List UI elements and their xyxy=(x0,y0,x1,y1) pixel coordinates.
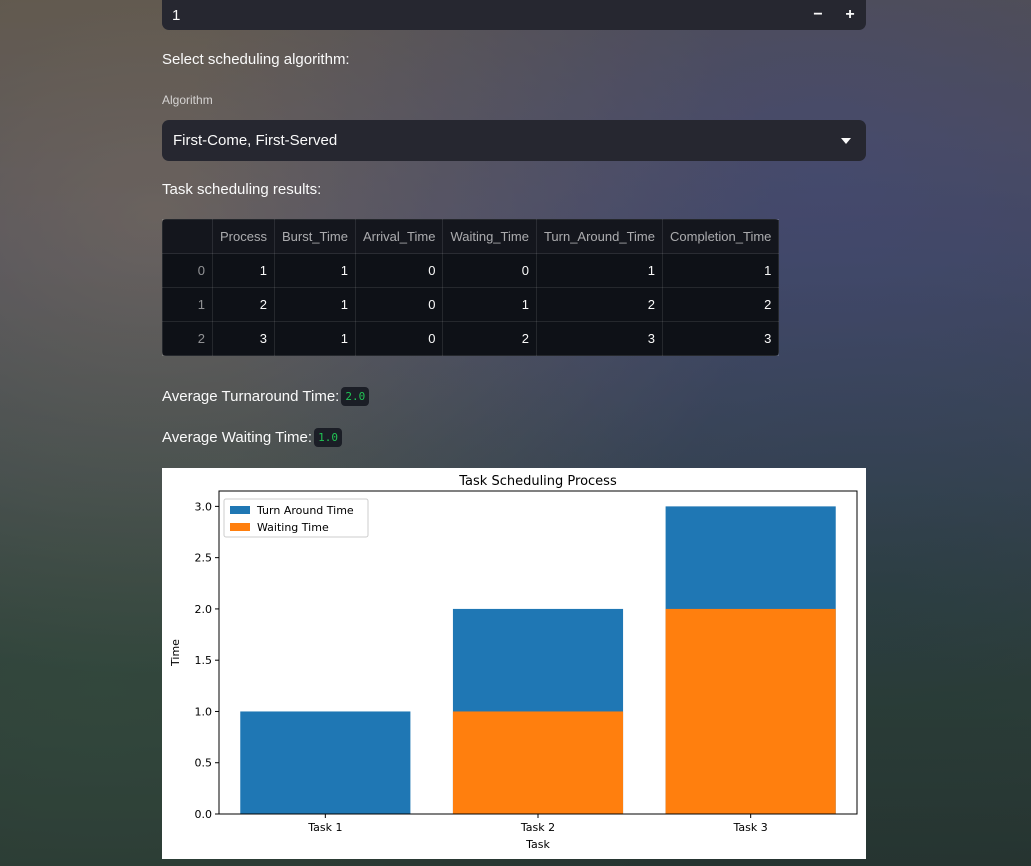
table-cell: 1 xyxy=(535,253,664,288)
x-axis-label: Task xyxy=(525,838,550,851)
table-cell: 3 xyxy=(661,321,780,356)
legend-swatch xyxy=(230,523,250,531)
algorithm-select[interactable]: First-Come, First-Served xyxy=(162,120,866,161)
algorithm-select-label: Algorithm xyxy=(162,93,213,107)
column-header[interactable] xyxy=(162,219,213,254)
table-cell: 1 xyxy=(442,287,537,322)
column-header-completion-time[interactable]: Completion_Time xyxy=(661,219,780,254)
column-header-turn-around-time[interactable]: Turn_Around_Time xyxy=(535,219,664,254)
table-header-row: Process Burst_Time Arrival_Time Waiting_… xyxy=(162,219,780,254)
table-cell: 1 xyxy=(273,321,356,356)
algorithm-select-value: First-Come, First-Served xyxy=(173,132,338,149)
y-tick-label: 0.0 xyxy=(195,808,213,821)
table-row: 2 3 1 0 2 3 3 xyxy=(162,321,780,356)
chart-title: Task Scheduling Process xyxy=(458,474,617,489)
column-header-process[interactable]: Process xyxy=(212,219,275,254)
y-axis-label: Time xyxy=(169,639,182,667)
row-index: 0 xyxy=(162,253,213,288)
table-cell: 3 xyxy=(212,321,275,356)
table-cell: 0 xyxy=(442,253,537,288)
number-input[interactable]: 1 − + xyxy=(162,0,866,30)
row-index: 1 xyxy=(162,287,213,322)
table-cell: 3 xyxy=(535,321,664,356)
y-tick-label: 1.0 xyxy=(195,705,213,718)
bar-waiting-2 xyxy=(452,711,624,814)
avg-turnaround-metric: Average Turnaround Time: 2.0 xyxy=(162,387,370,406)
x-tick-label: Task 3 xyxy=(733,821,768,834)
scheduling-chart: 0.0 0.5 1.0 1.5 2.0 2.5 3.0 Task 1 Task 2 Task 3 T… xyxy=(162,468,866,859)
legend-swatch xyxy=(230,506,250,514)
table-cell: 1 xyxy=(273,287,356,322)
column-header-waiting-time[interactable]: Waiting_Time xyxy=(442,219,537,254)
column-header-burst-time[interactable]: Burst_Time xyxy=(273,219,356,254)
legend-label: Waiting Time xyxy=(257,521,329,534)
y-tick-label: 1.5 xyxy=(195,654,213,667)
avg-waiting-label: Average Waiting Time: xyxy=(162,429,313,446)
y-tick-label: 2.5 xyxy=(195,552,213,565)
x-tick-label: Task 2 xyxy=(520,821,555,834)
table-cell: 2 xyxy=(661,287,780,322)
table-cell: 1 xyxy=(212,253,275,288)
algorithm-heading: Select scheduling algorithm: xyxy=(162,51,350,68)
bar-waiting-3 xyxy=(665,608,836,814)
table-cell: 0 xyxy=(354,253,444,288)
bar-turn-around-1 xyxy=(240,711,411,814)
avg-waiting-value: 1.0 xyxy=(314,428,342,447)
x-tick-label: Task 1 xyxy=(307,821,342,834)
table-cell: 0 xyxy=(354,287,444,322)
results-table: Process Burst_Time Arrival_Time Waiting_… xyxy=(162,219,780,356)
table-cell: 0 xyxy=(354,321,444,356)
column-header-arrival-time[interactable]: Arrival_Time xyxy=(354,219,444,254)
avg-waiting-metric: Average Waiting Time: 1.0 xyxy=(162,428,342,447)
avg-turnaround-value: 2.0 xyxy=(341,387,370,406)
increment-button[interactable]: + xyxy=(834,0,866,30)
table-row: 0 1 1 0 0 1 1 xyxy=(162,253,780,288)
table-row: 1 2 1 0 1 2 2 xyxy=(162,287,780,322)
y-tick-label: 3.0 xyxy=(195,500,213,513)
legend-label: Turn Around Time xyxy=(256,504,354,517)
table-cell: 1 xyxy=(661,253,780,288)
y-tick-label: 2.0 xyxy=(195,603,213,616)
number-input-value[interactable]: 1 xyxy=(172,7,802,24)
chevron-down-icon[interactable] xyxy=(841,137,851,144)
row-index: 2 xyxy=(162,321,213,356)
results-heading: Task scheduling results: xyxy=(162,181,322,198)
table-cell: 2 xyxy=(535,287,664,322)
table-cell: 2 xyxy=(212,287,275,322)
table-cell: 1 xyxy=(273,253,356,288)
decrement-button[interactable]: − xyxy=(802,0,834,30)
chart-svg: 0.0 0.5 1.0 1.5 2.0 2.5 3.0 Task 1 Task 2 Task 3 T… xyxy=(169,474,858,851)
y-tick-label: 0.5 xyxy=(195,757,213,770)
avg-turnaround-label: Average Turnaround Time: xyxy=(162,388,340,405)
table-cell: 2 xyxy=(442,321,537,356)
